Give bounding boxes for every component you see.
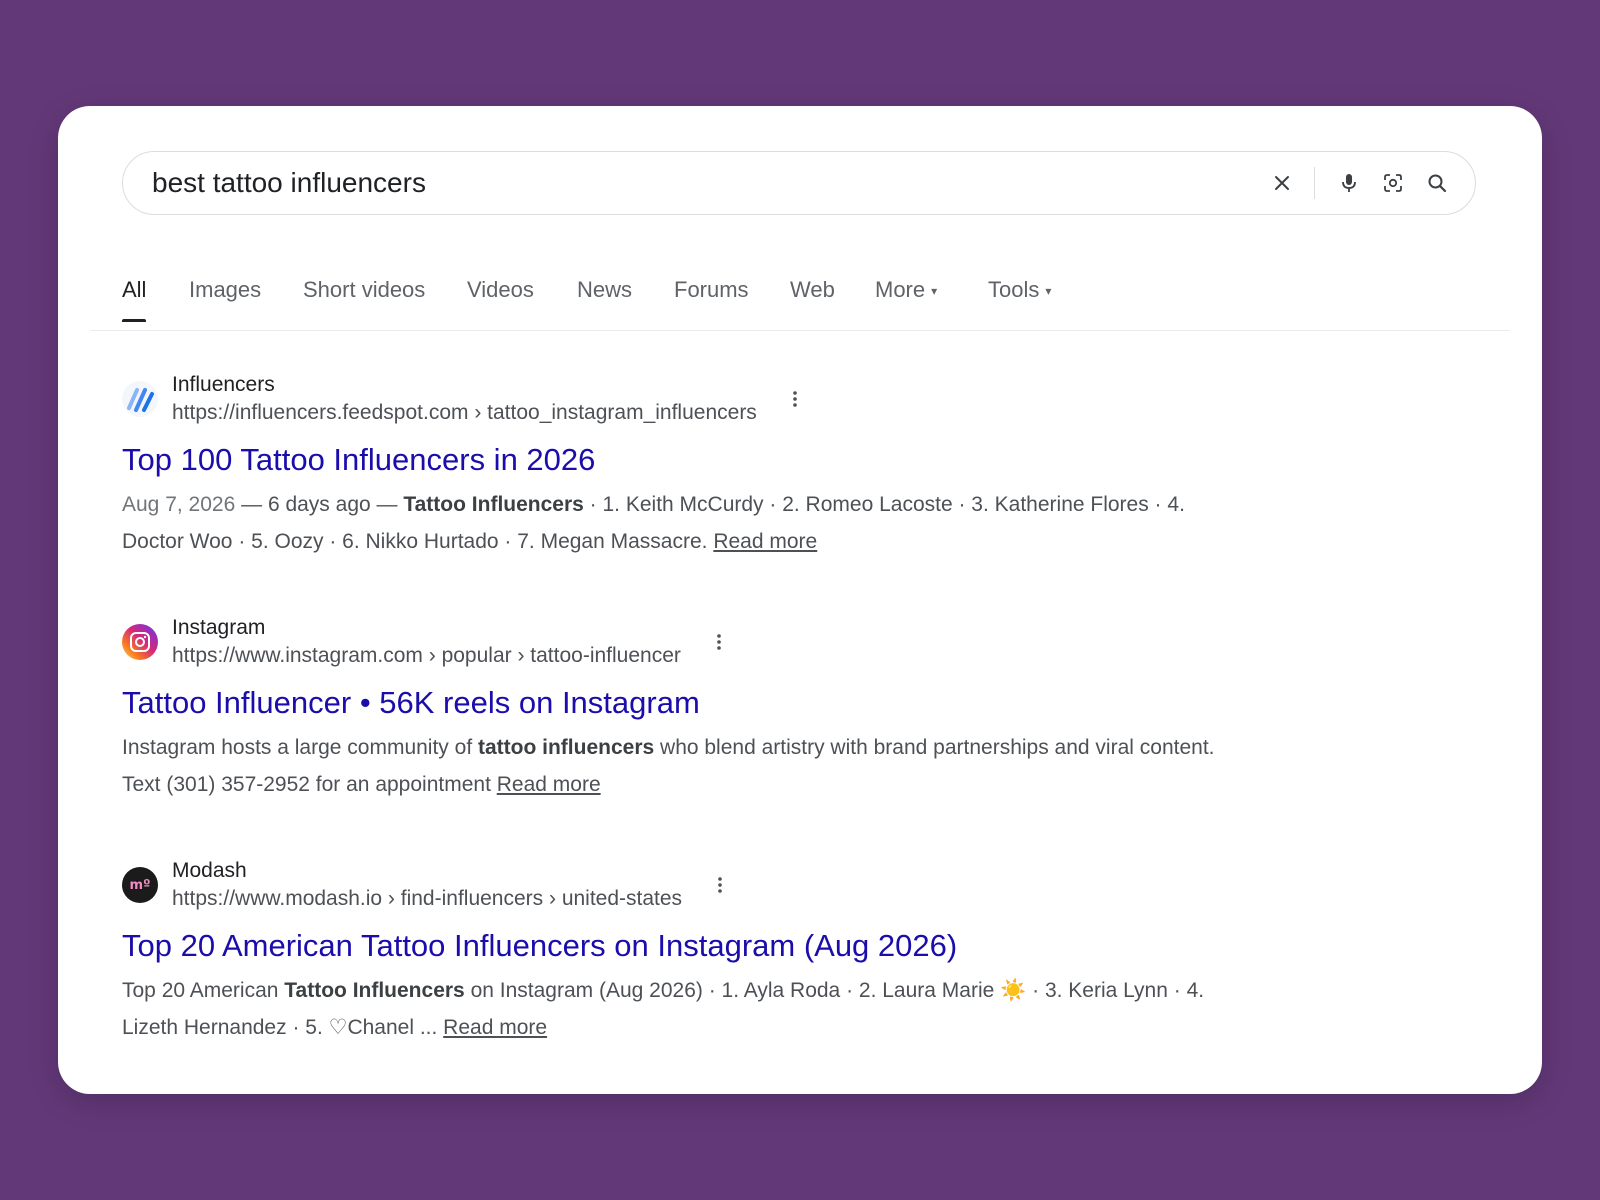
tab-forums[interactable]: Forums (674, 276, 749, 320)
modash-logo-icon: mº (122, 867, 158, 903)
tab-web[interactable]: Web (790, 276, 835, 320)
more-options-icon[interactable] (785, 385, 805, 413)
search-result: Influencers https://influencers.feedspot… (122, 370, 1222, 560)
snippet-bold: tattoo influencers (478, 736, 655, 759)
result-title-link[interactable]: Top 100 Tattoo Influencers in 2026 (122, 440, 1222, 480)
search-results-card: best tattoo influencers All Images Short… (58, 106, 1542, 1094)
tab-more[interactable]: More ▾ (875, 276, 937, 320)
site-name: Instagram (172, 616, 266, 639)
result-snippet: Aug 7, 2026 — 6 days ago — Tattoo Influe… (122, 486, 1222, 560)
tab-images[interactable]: Images (189, 276, 261, 320)
result-source[interactable]: Influencers https://influencers.feedspot… (122, 370, 1222, 428)
search-input[interactable]: best tattoo influencers (152, 167, 1262, 199)
chevron-down-icon: ▾ (931, 284, 938, 299)
tab-all[interactable]: All (122, 276, 147, 322)
read-more-link[interactable]: Read more (443, 1016, 547, 1039)
chevron-down-icon: ▾ (1045, 284, 1052, 299)
read-more-link[interactable]: Read more (497, 773, 601, 796)
search-result: Instagram https://www.instagram.com › po… (122, 613, 1222, 803)
result-snippet: Top 20 American Tattoo Influencers on In… (122, 972, 1222, 1046)
result-snippet: Instagram hosts a large community of tat… (122, 729, 1222, 803)
search-icon[interactable] (1417, 163, 1457, 203)
tab-news[interactable]: News (577, 276, 632, 320)
snippet-text: Instagram hosts a large community of (122, 736, 478, 759)
instagram-logo-icon (122, 624, 158, 660)
site-name: Influencers (172, 373, 275, 396)
close-icon[interactable] (1262, 163, 1302, 203)
site-url: https://www.modash.io › find-influencers… (172, 887, 683, 910)
separator: — (370, 493, 404, 516)
search-result: mº Modash https://www.modash.io › find-i… (122, 856, 1222, 1046)
snippet-bold: Tattoo Influencers (284, 979, 465, 1002)
more-options-icon[interactable] (710, 871, 730, 899)
separator: — (235, 493, 268, 516)
site-url: https://influencers.feedspot.com › tatto… (172, 401, 757, 424)
snippet-text: Top 20 American (122, 979, 285, 1002)
snippet-bold: Tattoo Influencers (403, 493, 584, 516)
result-age: 6 days ago (267, 493, 371, 516)
result-date: Aug 7, 2026 (122, 493, 236, 516)
tab-short-videos[interactable]: Short videos (303, 276, 425, 320)
search-bar[interactable]: best tattoo influencers (122, 151, 1476, 215)
tab-tools[interactable]: Tools ▾ (988, 276, 1051, 320)
search-tabs: All Images Short videos Videos News Foru… (90, 266, 1510, 331)
tab-videos[interactable]: Videos (467, 276, 534, 320)
result-source[interactable]: Instagram https://www.instagram.com › po… (122, 613, 1222, 671)
result-source[interactable]: mº Modash https://www.modash.io › find-i… (122, 856, 1222, 914)
site-url: https://www.instagram.com › popular › ta… (172, 644, 681, 667)
lens-icon[interactable] (1373, 163, 1413, 203)
result-title-link[interactable]: Top 20 American Tattoo Influencers on In… (122, 926, 1222, 966)
read-more-link[interactable]: Read more (713, 530, 817, 553)
microphone-icon[interactable] (1329, 163, 1369, 203)
result-title-link[interactable]: Tattoo Influencer • 56K reels on Instagr… (122, 683, 1222, 723)
search-divider (1314, 167, 1315, 199)
more-options-icon[interactable] (709, 628, 729, 656)
feedspot-logo-icon (122, 381, 158, 417)
site-name: Modash (172, 859, 247, 882)
